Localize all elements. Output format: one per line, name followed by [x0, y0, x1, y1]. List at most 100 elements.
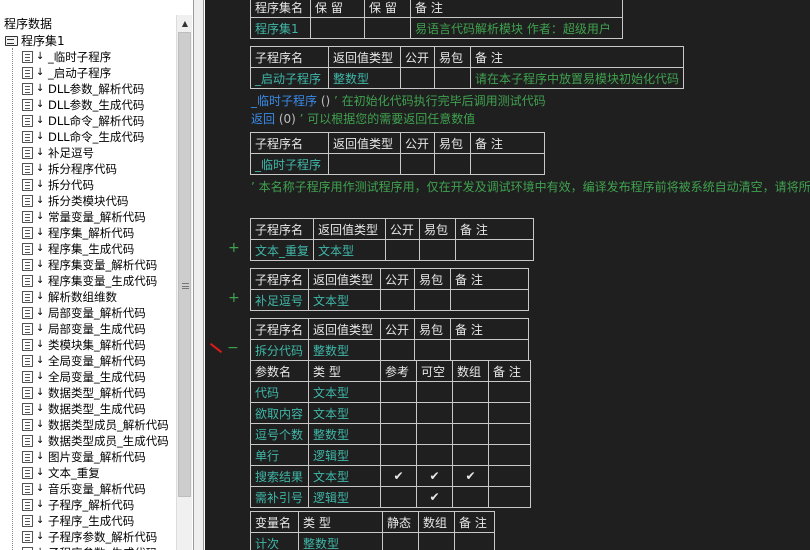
sub-note[interactable] [455, 239, 535, 261]
expand-icon[interactable]: + [228, 240, 240, 256]
param-nullable-check[interactable]: ✔ [416, 486, 453, 508]
param-type[interactable]: 文本型 [308, 381, 381, 403]
tree-item[interactable]: ↓ 补足逗号 [22, 145, 94, 161]
tree-item[interactable]: ↓ 数据类型_解析代码 [22, 385, 146, 401]
tree-item[interactable]: ↓ 数据类型成员_解析代码 [22, 417, 169, 433]
assembly-name[interactable]: 程序集1 [250, 17, 311, 39]
param-type[interactable]: 文本型 [308, 402, 381, 424]
expand-icon[interactable]: + [228, 290, 240, 306]
var-name[interactable]: 计次 [250, 532, 299, 550]
param-array-check[interactable] [452, 486, 489, 508]
sub-note[interactable] [450, 289, 529, 311]
var-type[interactable]: 整数型 [298, 532, 383, 550]
tree-item[interactable]: ↓ 音乐变量_解析代码 [22, 481, 146, 497]
tree-item[interactable]: ↓ 常量变量_解析代码 [22, 209, 146, 225]
param-ref-check[interactable] [380, 381, 417, 403]
sub-note[interactable] [450, 339, 529, 361]
tree-item[interactable]: ↓ 子程序参数_解析代码 [22, 529, 157, 545]
sub-name[interactable]: 拆分代码 [250, 339, 309, 361]
var-static[interactable] [382, 532, 419, 550]
sub-name[interactable]: 文本_重复 [249, 239, 315, 261]
tree-item[interactable]: ↓ 全局变量_解析代码 [22, 353, 146, 369]
param-array-check[interactable] [452, 423, 489, 445]
param-name[interactable]: 单行 [250, 444, 309, 466]
var-note[interactable] [454, 532, 495, 550]
sub-pkg[interactable] [414, 289, 451, 311]
tree-item[interactable]: ↓ 局部变量_解析代码 [22, 305, 146, 321]
param-name[interactable]: 逗号个数 [250, 423, 309, 445]
sub-pkg[interactable] [434, 67, 471, 89]
param-note[interactable] [488, 486, 531, 508]
param-ref-check[interactable]: ✔ [380, 465, 417, 487]
panel-splitter[interactable] [194, 0, 204, 550]
param-note[interactable] [488, 465, 531, 487]
param-nullable-check[interactable] [416, 444, 453, 466]
param-nullable-check[interactable]: ✔ [416, 465, 453, 487]
tree-item[interactable]: ↓ 拆分类模块代码 [22, 193, 129, 209]
tree-item[interactable]: ↓ 程序集_生成代码 [22, 241, 134, 257]
param-note[interactable] [488, 423, 531, 445]
param-note[interactable] [488, 381, 531, 403]
sub-name[interactable]: 补足逗号 [250, 289, 309, 311]
tree-item[interactable]: ↓ DLL参数_解析代码 [22, 81, 144, 97]
tree-item[interactable]: ↓ 子程序_解析代码 [22, 497, 134, 513]
sub-note[interactable] [470, 153, 545, 175]
tree-item[interactable]: ↓ 文本_重复 [22, 465, 100, 481]
param-row[interactable]: 单行 逻辑型 [250, 444, 531, 466]
param-row[interactable]: 欲取内容 文本型 [250, 402, 531, 424]
sub-return-type[interactable]: 整数型 [308, 339, 381, 361]
param-type[interactable]: 整数型 [308, 423, 381, 445]
collapse-icon[interactable]: − [227, 340, 239, 356]
sub-return-type[interactable]: 整数型 [328, 67, 401, 89]
param-row[interactable]: 逗号个数 整数型 [250, 423, 531, 445]
var-array[interactable] [418, 532, 455, 550]
reserved-cell[interactable] [310, 17, 365, 39]
param-note[interactable] [488, 444, 531, 466]
tree-item[interactable]: ↓ 拆分代码 [22, 177, 94, 193]
param-type[interactable]: 文本型 [308, 465, 381, 487]
tree-item[interactable]: ↓ 数据类型_生成代码 [22, 401, 146, 417]
tree-item[interactable]: ↓ DLL参数_生成代码 [22, 97, 144, 113]
param-name[interactable]: 欲取内容 [250, 402, 309, 424]
temp-sub-comment[interactable]: ’ 本名称子程序用作测试程序用，仅在开发及调试环境中有效，编译发布程序前将被系统… [251, 178, 810, 195]
sub-return-type[interactable] [328, 153, 401, 175]
sub-public[interactable] [400, 153, 435, 175]
sub-pkg[interactable] [434, 153, 471, 175]
tree-item[interactable]: ↓ 全局变量_生成代码 [22, 369, 146, 385]
sub-public[interactable] [385, 239, 421, 261]
sub-public[interactable] [380, 339, 415, 361]
tree-item[interactable]: ↓ 类模块集_解析代码 [22, 337, 146, 353]
param-row[interactable]: 搜索结果 文本型 ✔ ✔ ✔ [250, 465, 531, 487]
param-nullable-check[interactable] [416, 402, 453, 424]
tree-item[interactable]: ↓ 子程序_生成代码 [22, 513, 134, 529]
scroll-up-arrow-icon[interactable]: ▲ [177, 15, 193, 32]
tree-item[interactable]: ↓ 数据类型成员_生成代码 [22, 433, 169, 449]
param-ref-check[interactable] [380, 444, 417, 466]
var-row[interactable]: 计次 整数型 [250, 532, 495, 550]
param-nullable-check[interactable] [416, 381, 453, 403]
param-ref-check[interactable] [380, 423, 417, 445]
sub-public[interactable] [400, 67, 435, 89]
code-line[interactable]: 返回 (0) ’ 可以根据您的需要返回任意数值 [251, 110, 475, 127]
tree-item[interactable]: ↓ _启动子程序 [22, 65, 111, 81]
scroll-thumb[interactable] [178, 32, 191, 497]
tree-item[interactable]: ↓ 解析数组维数 [22, 289, 117, 305]
param-array-check[interactable]: ✔ [452, 465, 489, 487]
param-array-check[interactable] [452, 381, 489, 403]
sub-return-type[interactable]: 文本型 [308, 289, 381, 311]
sub-pkg[interactable] [414, 339, 451, 361]
sub-name[interactable]: _临时子程序 [250, 153, 329, 175]
tree-item[interactable]: ↓ 拆分程序代码 [22, 161, 117, 177]
param-name[interactable]: 搜索结果 [250, 465, 309, 487]
param-type[interactable]: 逻辑型 [308, 486, 381, 508]
param-array-check[interactable] [452, 402, 489, 424]
sub-name[interactable]: _启动子程序 [250, 67, 329, 89]
sub-return-type[interactable]: 文本型 [313, 239, 387, 261]
tree-root-assembly[interactable]: 程序集1 [4, 32, 65, 48]
sub-note[interactable]: 请在本子程序中放置易模块初始化代码 [469, 67, 685, 89]
breakpoint-marker-icon[interactable] [209, 342, 223, 354]
code-editor[interactable]: 程序集名 保 留 保 留 备 注 程序集1 易语言代码解析模块 作者：超级用户 … [205, 0, 810, 550]
param-note[interactable] [488, 402, 531, 424]
param-name[interactable]: 代码 [250, 381, 309, 403]
param-name[interactable]: 需补引号 [250, 486, 309, 508]
